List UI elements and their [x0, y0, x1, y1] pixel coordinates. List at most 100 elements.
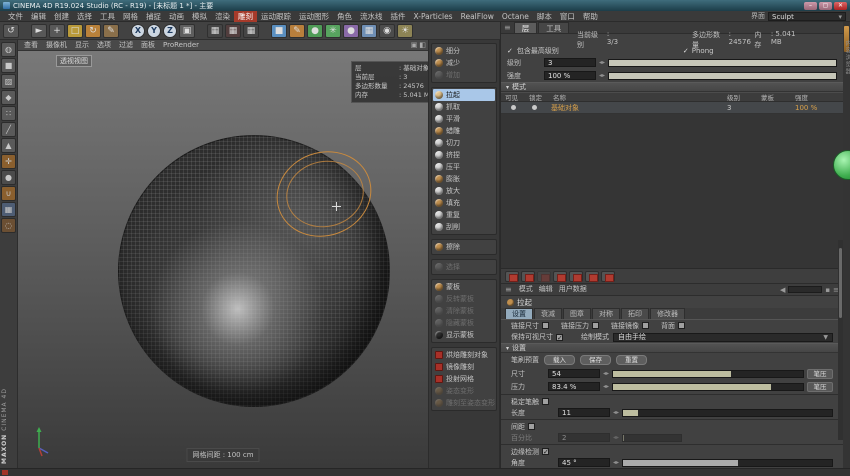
polygons-mode-icon[interactable]: ▲: [1, 138, 16, 153]
deformer-icon[interactable]: ●: [343, 24, 359, 38]
tool-knife[interactable]: 切刀: [433, 137, 495, 149]
stepper[interactable]: ◂▸: [599, 59, 605, 66]
layer-level[interactable]: 3: [727, 104, 761, 112]
menu-item[interactable]: 运动图形: [295, 11, 333, 22]
last-tool-icon[interactable]: ✎: [103, 24, 119, 38]
steady-stroke-checkbox[interactable]: 稳定笔触: [511, 397, 549, 407]
tool-hide-mask[interactable]: 隐藏蒙板: [433, 317, 495, 329]
viewport-menu-item[interactable]: 显示: [71, 40, 93, 51]
size-pressure-button[interactable]: 笔压: [807, 369, 833, 379]
link-mirror-checkbox[interactable]: 链接镜像: [611, 321, 649, 331]
percent-input[interactable]: 2: [558, 433, 610, 442]
coordinate-system-icon[interactable]: ▣: [179, 24, 195, 38]
preset-reset-button[interactable]: 重置: [616, 355, 647, 365]
menu-item[interactable]: 帮助: [579, 11, 602, 22]
preset-save-button[interactable]: 保存: [580, 355, 611, 365]
layer-list-empty-area[interactable]: [501, 114, 843, 269]
preset-load-button[interactable]: 载入: [544, 355, 575, 365]
enable-axis-icon[interactable]: ✛: [1, 154, 16, 169]
attr-menu-item[interactable]: 模式: [516, 284, 536, 295]
menu-item[interactable]: 网格: [119, 11, 142, 22]
tool-grab[interactable]: 抓取: [433, 101, 495, 113]
menu-item[interactable]: 创建: [50, 11, 73, 22]
viewport-menu-item[interactable]: 面板: [137, 40, 159, 51]
stepper[interactable]: ◂▸: [613, 459, 619, 466]
quantize-icon[interactable]: ▦: [1, 202, 16, 217]
viewport-maximize-icon[interactable]: ◧: [419, 41, 426, 49]
tool-erase[interactable]: 擦除: [433, 241, 495, 253]
tool-decrease[interactable]: 减少: [433, 57, 495, 69]
edge-detection-checkbox[interactable]: 边缘检测: [511, 447, 549, 457]
layer-row-base-object[interactable]: 基础对象 3 100 %: [501, 102, 843, 114]
menu-item[interactable]: 雕刻: [234, 11, 257, 22]
spacing-checkbox[interactable]: 间距: [511, 422, 535, 432]
angle-input[interactable]: 45 °: [558, 458, 610, 467]
move-layer-down-button[interactable]: [601, 271, 615, 282]
level-input[interactable]: 3: [544, 58, 596, 67]
history-back-icon[interactable]: ◀: [780, 286, 785, 294]
tool-pull[interactable]: 拉起: [433, 89, 495, 101]
axis-z-lock-icon[interactable]: Z: [163, 24, 177, 38]
model-mode-icon[interactable]: ■: [1, 58, 16, 73]
live-selection-icon[interactable]: ►: [31, 24, 47, 38]
content-browser-vertical-tab[interactable]: 内容浏览器: [843, 40, 850, 75]
tool-repeat[interactable]: 重复: [433, 209, 495, 221]
attr-menu-item[interactable]: 编辑: [536, 284, 556, 295]
menu-item[interactable]: 渲染: [211, 11, 234, 22]
link-pressure-checkbox[interactable]: 链接压力: [561, 321, 599, 331]
mirror-sculpting[interactable]: 镜像雕刻: [433, 361, 495, 373]
viewport-menu-item[interactable]: 摄像机: [42, 40, 71, 51]
pressure-input[interactable]: 83.4 %: [548, 382, 600, 391]
filter-box[interactable]: [788, 286, 822, 293]
viewport-menu-item[interactable]: 查看: [20, 40, 42, 51]
tool-flatten[interactable]: 压平: [433, 161, 495, 173]
menu-item[interactable]: 捕捉: [142, 11, 165, 22]
tool-clear-mask[interactable]: 清除蒙板: [433, 305, 495, 317]
menu-item[interactable]: 选择: [73, 11, 96, 22]
pressure-pen-button[interactable]: 笔压: [807, 382, 833, 392]
workplane-lock-icon[interactable]: ◌: [1, 218, 16, 233]
render-queue-icon[interactable]: ▦: [243, 24, 259, 38]
tool-fill[interactable]: 填充: [433, 197, 495, 209]
menu-item[interactable]: 运动跟踪: [257, 11, 295, 22]
rotate-icon[interactable]: ↻: [85, 24, 101, 38]
angle-slider[interactable]: [622, 459, 833, 467]
stepper[interactable]: ◂▸: [603, 383, 609, 390]
subdivision-surface-icon[interactable]: ●: [307, 24, 323, 38]
menu-item[interactable]: RealFlow: [457, 11, 498, 22]
texture-mode-icon[interactable]: ▨: [1, 74, 16, 89]
light-icon[interactable]: ☀: [397, 24, 413, 38]
sculpt-to-pose-morph[interactable]: 雕刻至姿态变形: [433, 397, 495, 409]
menu-item[interactable]: 动画: [165, 11, 188, 22]
include-top-levels-checkbox[interactable]: 包含最高级别: [517, 46, 559, 56]
camera-icon[interactable]: ◉: [379, 24, 395, 38]
spline-pen-icon[interactable]: ✎: [289, 24, 305, 38]
phong-checkbox[interactable]: Phong: [692, 47, 714, 55]
undo-icon[interactable]: ↺: [3, 24, 19, 38]
length-slider[interactable]: [622, 409, 833, 417]
menu-item[interactable]: 文件: [4, 11, 27, 22]
mograph-icon[interactable]: ✳: [325, 24, 341, 38]
tool-smooth[interactable]: 平滑: [433, 113, 495, 125]
primitive-cube-icon[interactable]: ■: [271, 24, 287, 38]
link-size-checkbox[interactable]: 链接尺寸: [511, 321, 549, 331]
tool-show-mask[interactable]: 显示蒙板: [433, 329, 495, 341]
viewport-menu-item[interactable]: 过滤: [115, 40, 137, 51]
points-mode-icon[interactable]: ∷: [1, 106, 16, 121]
tool-scrape[interactable]: 刮削: [433, 221, 495, 233]
length-input[interactable]: 11: [558, 408, 610, 417]
menu-item[interactable]: Octane: [498, 11, 533, 22]
tool-invert-mask[interactable]: 反转蒙板: [433, 293, 495, 305]
render-view-icon[interactable]: ▦: [207, 24, 223, 38]
delete-layer-button[interactable]: [537, 271, 551, 282]
tool-amplify[interactable]: 放大: [433, 185, 495, 197]
array-icon[interactable]: ▦: [361, 24, 377, 38]
maintain-visible-size-checkbox[interactable]: 保持可视尺寸: [511, 332, 563, 342]
status-stop-icon[interactable]: [2, 470, 8, 475]
lock-icon[interactable]: ▪: [825, 286, 830, 294]
pose-morph[interactable]: 姿态变形: [433, 385, 495, 397]
minimize-button[interactable]: –: [804, 2, 817, 10]
bake-sculpt-objects[interactable]: 烘焙雕刻对象: [433, 349, 495, 361]
settings-section-header[interactable]: ▾设置: [501, 343, 843, 353]
tool-wax[interactable]: 蜡雕: [433, 125, 495, 137]
